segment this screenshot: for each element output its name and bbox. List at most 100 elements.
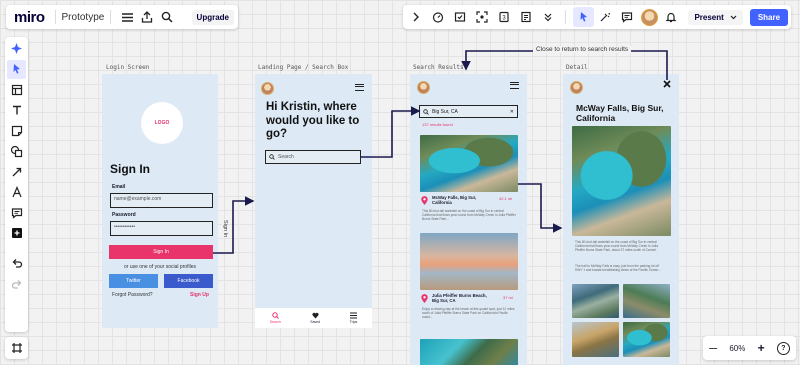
timer-three-icon[interactable]: 3 <box>494 7 515 27</box>
password-field[interactable]: •••••••••••• <box>110 221 213 236</box>
sticky-note-icon[interactable] <box>7 121 26 140</box>
comment-tool-icon[interactable] <box>7 203 26 222</box>
search-placeholder: Search <box>278 154 294 160</box>
menu-icon[interactable] <box>117 7 137 27</box>
miro-logo[interactable]: miro <box>10 9 49 26</box>
voting-icon[interactable] <box>450 7 471 27</box>
social-text: or use one of your social profiles <box>124 264 196 270</box>
search-input[interactable]: Big Sur, CA ✕ <box>419 105 518 118</box>
text-tool-icon[interactable] <box>7 101 26 120</box>
present-button[interactable]: Present <box>688 9 743 25</box>
user-avatar[interactable] <box>639 7 660 27</box>
upgrade-button[interactable]: Upgrade <box>191 9 234 25</box>
pen-icon[interactable] <box>7 183 26 202</box>
gallery-photo-4[interactable] <box>623 322 670 357</box>
notifications-bell-icon[interactable] <box>661 7 682 27</box>
connector-login-to-landing[interactable] <box>213 196 255 254</box>
search-input[interactable]: Search <box>265 150 361 164</box>
zoom-controls: — 60% + ? <box>703 336 796 360</box>
greeting-heading: Hi Kristin, where would you like to go? <box>266 101 360 140</box>
clear-search-icon[interactable]: ✕ <box>510 109 514 115</box>
forgot-password-link[interactable]: Forgot Password? <box>112 292 153 298</box>
login-frame[interactable]: LOGO Sign In Email name@example.com Pass… <box>102 74 218 328</box>
avatar <box>417 81 430 94</box>
divider <box>54 10 56 24</box>
result-photo-aerial[interactable] <box>420 339 518 365</box>
location-pin-icon <box>421 294 428 303</box>
email-field[interactable]: name@example.com <box>110 193 213 208</box>
password-value: •••••••••••• <box>114 224 136 230</box>
search-icon <box>423 108 429 115</box>
nav-saved-label: Saved <box>310 320 321 324</box>
result-photo-beach[interactable] <box>420 233 518 290</box>
redo-icon[interactable] <box>7 274 26 293</box>
help-button[interactable]: ? <box>776 341 790 355</box>
nav-trips-label: Trips <box>349 320 358 324</box>
select-cursor-icon[interactable] <box>573 7 594 27</box>
landing-frame[interactable]: Hi Kristin, where would you like to go? … <box>255 74 372 328</box>
hamburger-menu-icon[interactable] <box>510 82 519 89</box>
frames-icon <box>11 343 22 353</box>
comment-icon[interactable] <box>617 7 638 27</box>
add-more-icon[interactable] <box>7 224 26 243</box>
result-title-1[interactable]: McWay Falls, Big Sur, California <box>432 195 488 205</box>
focus-icon[interactable] <box>472 7 493 27</box>
nav-search[interactable]: Search <box>270 312 281 324</box>
detail-frame[interactable]: McWay Falls, Big Sur, California ♥ This … <box>563 74 679 365</box>
result-title-2[interactable]: Julia Pfeiffer Burns Beach, Big Sur, CA <box>432 293 492 303</box>
detail-desc-2: The trail to McWay Falls is easy, just f… <box>575 264 661 272</box>
present-label: Present <box>694 12 724 22</box>
shapes-icon[interactable] <box>7 142 26 161</box>
zoom-in-button[interactable]: + <box>758 341 765 355</box>
frames-panel-button[interactable] <box>5 337 28 359</box>
zoom-out-button[interactable]: — <box>709 344 717 353</box>
left-toolbar <box>5 37 28 332</box>
more-chevron-icon[interactable] <box>537 7 558 27</box>
gallery-photo-1[interactable] <box>572 284 619 318</box>
zoom-level[interactable]: 60% <box>729 344 745 353</box>
connection-line-icon[interactable] <box>7 162 26 181</box>
signin-button[interactable]: Sign In <box>109 245 213 259</box>
reactions-icon[interactable] <box>595 7 616 27</box>
frame-label-results: Search Results <box>413 64 464 71</box>
search-icon <box>272 312 279 319</box>
svg-text:3: 3 <box>502 16 506 22</box>
results-frame[interactable]: Big Sur, CA ✕ 137 results found McWay Fa… <box>410 74 527 365</box>
nav-saved[interactable]: Saved <box>310 312 320 324</box>
facebook-button[interactable]: Facebook <box>164 274 213 288</box>
templates-icon[interactable] <box>7 80 26 99</box>
result-photo-mcway[interactable] <box>420 135 518 192</box>
avatar <box>261 82 274 95</box>
nav-search-label: Search <box>269 320 281 324</box>
expand-chevron-icon[interactable] <box>406 7 427 27</box>
nav-trips[interactable]: Trips <box>349 312 358 324</box>
signup-link[interactable]: Sign Up <box>190 292 209 298</box>
timer-icon[interactable] <box>428 7 449 27</box>
result-desc-2: Enjoy a relaxing day at the beach at thi… <box>422 307 515 319</box>
search-icon[interactable] <box>157 7 177 27</box>
gallery-photo-3[interactable] <box>572 322 619 357</box>
detail-title: McWay Falls, Big Sur, California <box>576 103 664 123</box>
avatar <box>570 81 583 94</box>
connector-label-signin: Sign In <box>222 219 228 239</box>
export-icon[interactable] <box>137 7 157 27</box>
top-left-toolbar: miro Prototype Upgrade <box>6 5 238 29</box>
signin-title: Sign In <box>110 162 150 176</box>
select-tool-icon[interactable] <box>7 59 26 79</box>
divider <box>565 10 567 24</box>
ai-sparkle-icon[interactable] <box>7 39 26 58</box>
share-button[interactable]: Share <box>749 8 789 26</box>
gallery-photo-2[interactable] <box>623 284 670 318</box>
top-right-toolbar: 3 Present Share <box>403 5 791 29</box>
board-name[interactable]: Prototype <box>62 12 105 23</box>
hamburger-menu-icon[interactable] <box>355 84 364 91</box>
frame-label-login: Login Screen <box>106 64 150 71</box>
close-icon[interactable] <box>663 80 671 88</box>
bottom-nav: Search Saved Trips <box>255 308 372 328</box>
undo-icon[interactable] <box>7 254 26 273</box>
logo-text: LOGO <box>154 120 170 126</box>
result-desc-1: This 80-foot-tall waterfall on the coast… <box>422 209 516 221</box>
twitter-button[interactable]: Twitter <box>109 274 158 288</box>
notes-icon[interactable] <box>515 7 536 27</box>
